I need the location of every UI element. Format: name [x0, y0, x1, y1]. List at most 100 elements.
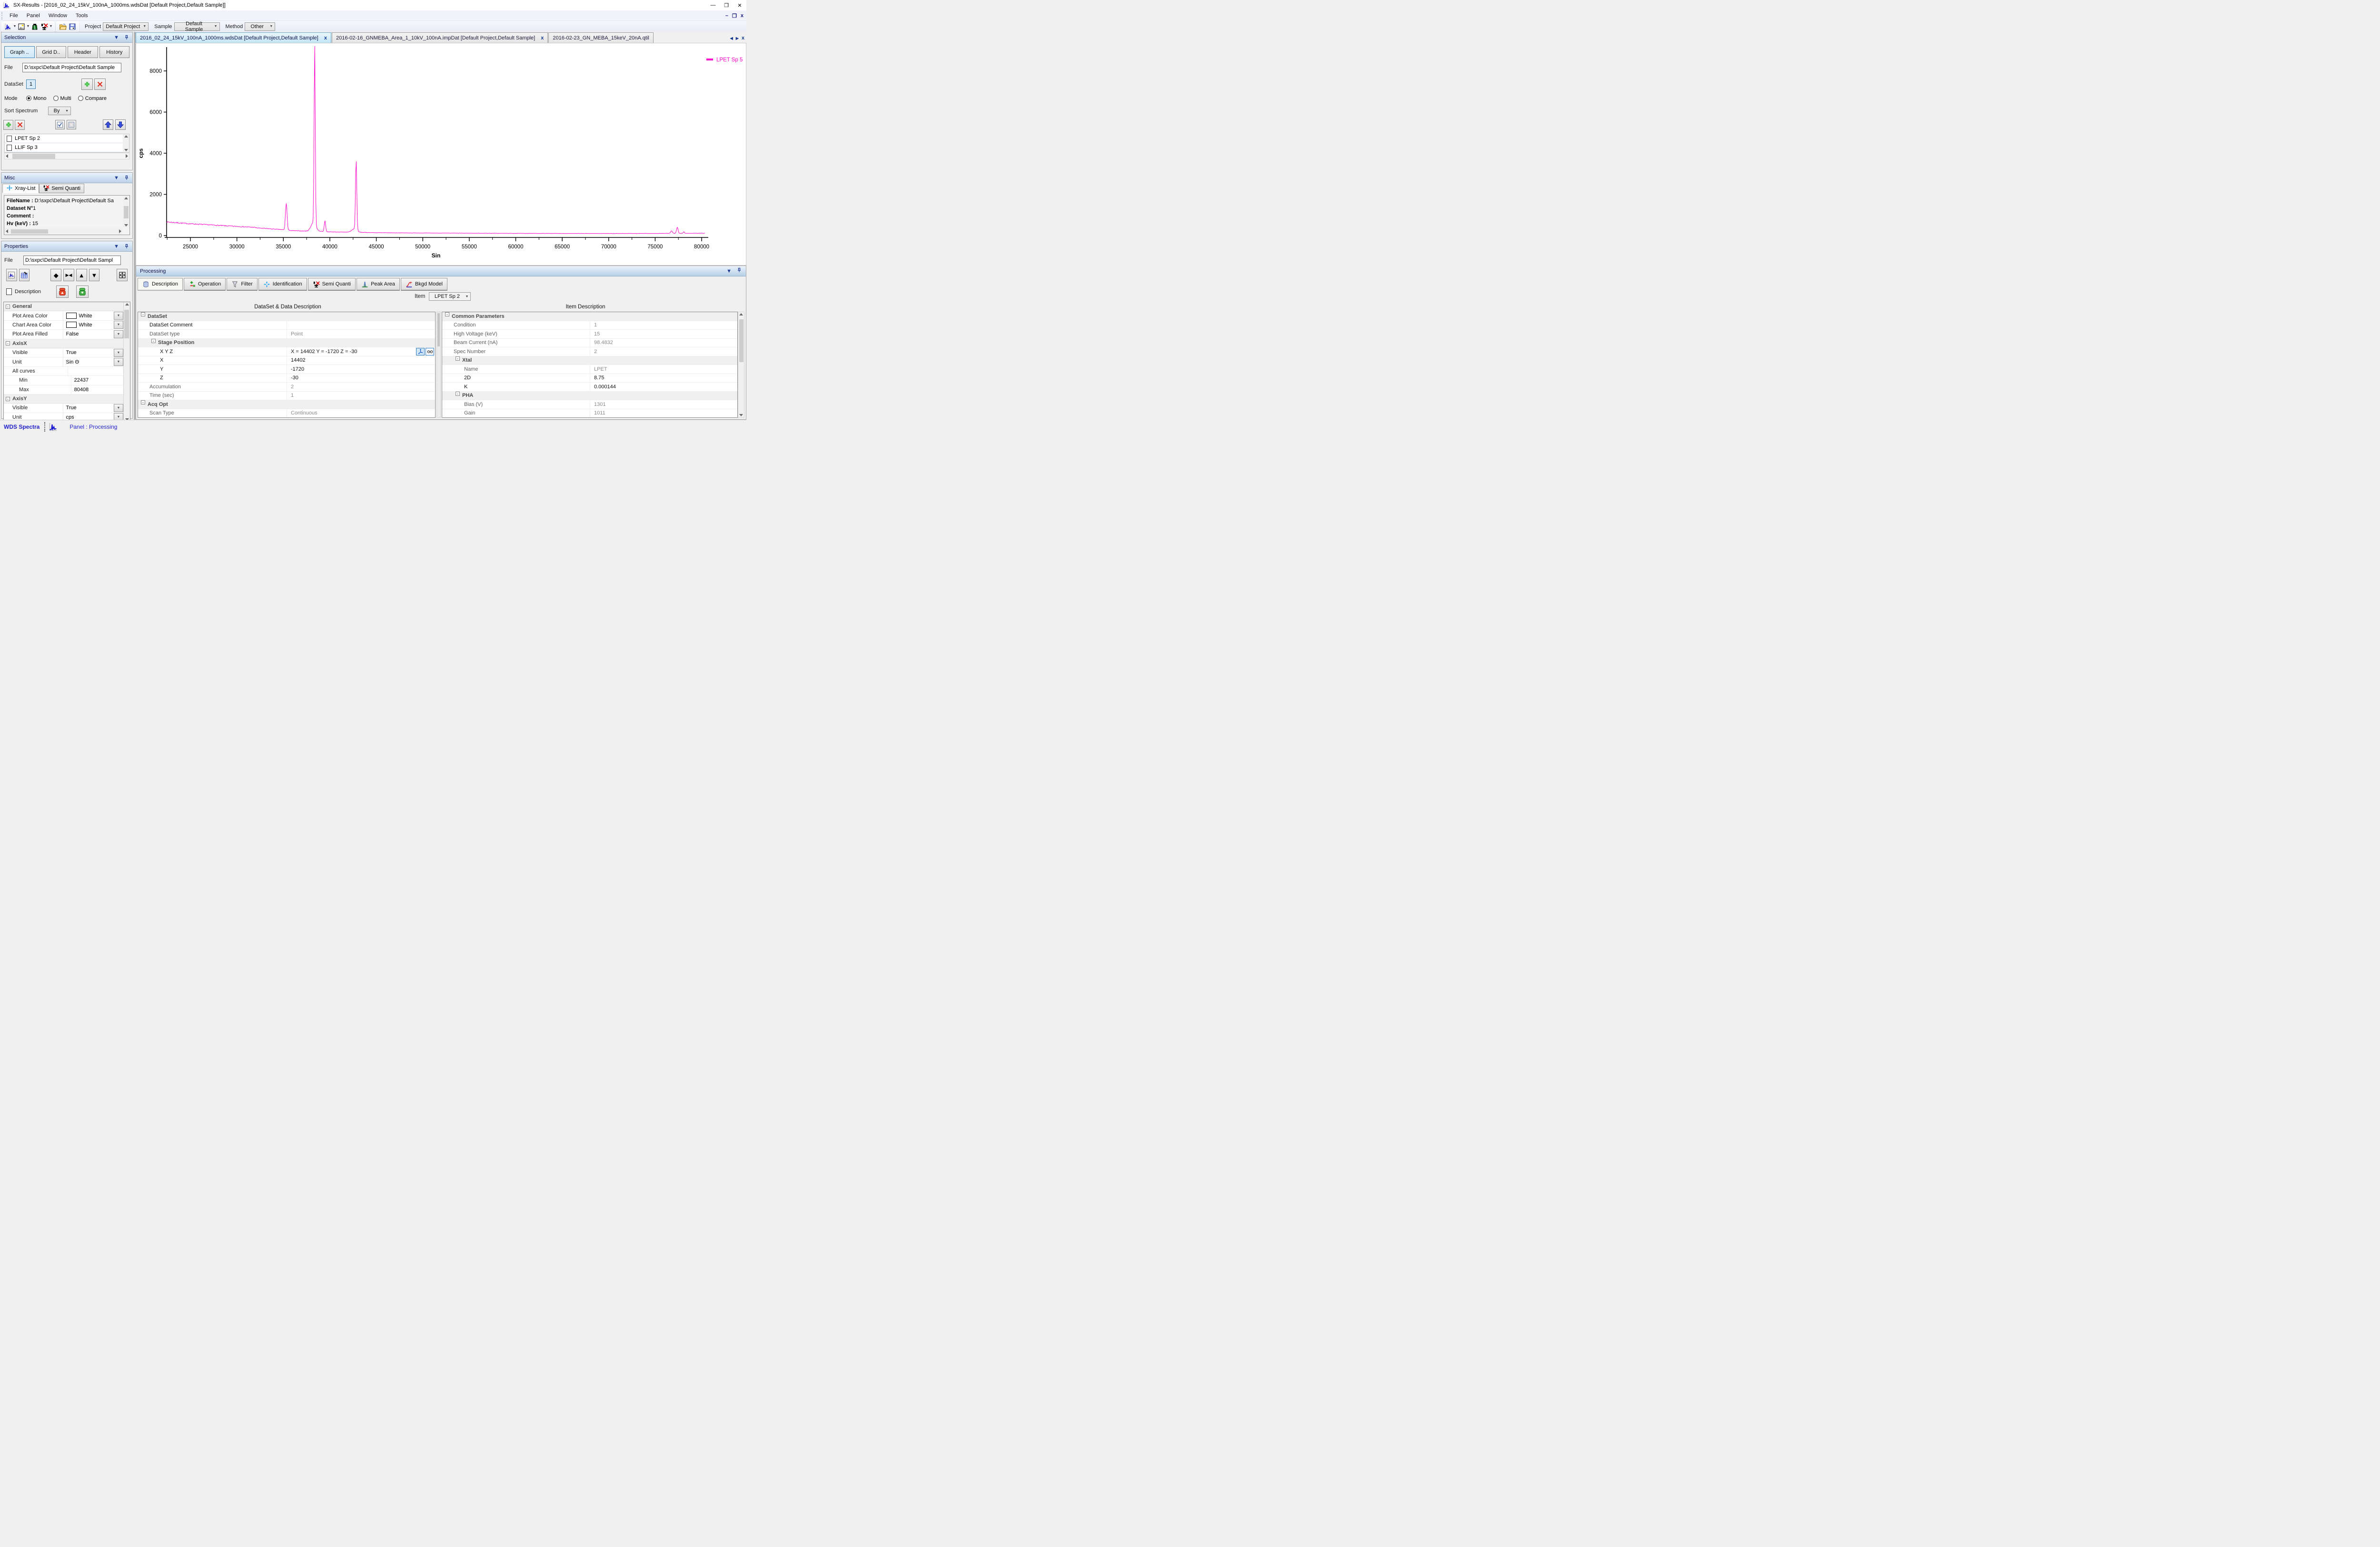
property-value[interactable]: True [63, 404, 114, 412]
menu-tools[interactable]: Tools [71, 11, 92, 20]
stage-dropdown-icon[interactable]: ▼ [49, 25, 53, 28]
grid-row[interactable]: Bias (V)1301 [442, 400, 737, 409]
property-row[interactable]: Chart Area ColorWhite▼ [4, 321, 123, 330]
property-group[interactable]: -AxisY [4, 394, 123, 404]
remove-spectrum-button[interactable] [15, 120, 25, 130]
grid-row[interactable]: Beam Current (nA)98.4832 [442, 339, 737, 348]
tab-scroll-controls[interactable]: ◀▶x [728, 35, 746, 43]
panel-menu-icon[interactable]: ▼ [114, 35, 119, 40]
selection-tab-grid[interactable]: Grid D.. [36, 46, 67, 58]
row-value[interactable]: 2 [590, 347, 737, 356]
check-all-button[interactable] [55, 120, 65, 129]
chevron-down-icon[interactable]: ▼ [114, 321, 123, 329]
tab-close-icon[interactable]: x [541, 35, 544, 41]
pin-icon[interactable] [736, 267, 742, 275]
grid-row[interactable]: X14402 [138, 356, 435, 365]
grid-row[interactable]: X Y ZX = 14402 Y = -1720 Z = -30 [138, 347, 435, 356]
row-value[interactable]: 14402 [287, 356, 435, 365]
row-value[interactable]: -1720 [287, 365, 435, 374]
scrollbar-thumb[interactable] [11, 229, 48, 234]
expand-horizontal-button[interactable]: ◆ [50, 269, 61, 281]
open-folder-icon[interactable] [58, 22, 68, 31]
collapse-vertical-button[interactable]: ▼ [89, 269, 100, 281]
property-group[interactable]: -AxisX [4, 339, 123, 348]
panel-menu-icon[interactable]: ▼ [114, 175, 119, 181]
collapse-horizontal-button[interactable]: ▶◀ [63, 269, 74, 281]
row-value[interactable]: 1 [590, 321, 737, 330]
green-marker-button[interactable] [76, 286, 89, 298]
graph-view-button[interactable] [6, 269, 17, 281]
selection-tab-history[interactable]: History [99, 46, 130, 58]
property-row[interactable]: VisibleTrue▼ [4, 348, 123, 357]
collapse-icon[interactable]: - [141, 400, 145, 404]
grid-row[interactable]: Z-30 [138, 374, 435, 383]
close-button[interactable]: ✕ [733, 0, 746, 10]
scrollbar-thumb[interactable] [12, 154, 55, 159]
property-value[interactable]: True [63, 348, 114, 357]
scroll-right-icon[interactable] [126, 154, 128, 158]
document-tab-0[interactable]: 2016_02_24_15kV_100nA_1000ms.wdsDat [Def… [136, 32, 331, 43]
chevron-down-icon[interactable]: ▼ [114, 312, 123, 320]
grid-row[interactable]: High Voltage (keV)15 [442, 330, 737, 339]
processing-tab-description[interactable]: Description [138, 278, 183, 291]
property-row[interactable]: Plot Area ColorWhite▼ [4, 311, 123, 320]
collapse-icon[interactable]: - [445, 312, 449, 316]
property-value[interactable]: Sin Θ [63, 357, 114, 366]
item-combo[interactable]: LPET Sp 2▼ [429, 292, 471, 301]
grid-group-row[interactable]: -Xtal [442, 356, 737, 365]
dataset-number[interactable]: 1 [26, 79, 36, 89]
processing-tab-peak-area[interactable]: Peak Area [357, 278, 400, 291]
grid-row[interactable]: DataSet Comment [138, 321, 435, 330]
minimize-button[interactable]: — [706, 0, 720, 10]
collapse-icon[interactable]: - [141, 312, 145, 316]
property-row[interactable]: Min22437 [4, 376, 123, 385]
property-value[interactable]: False [63, 330, 114, 338]
image-view-icon[interactable] [17, 22, 26, 31]
item-checkbox[interactable] [7, 145, 12, 151]
move-down-button[interactable] [115, 119, 126, 130]
property-row[interactable]: UnitSin Θ▼ [4, 357, 123, 366]
scrollbar-thumb[interactable] [124, 310, 129, 338]
grid-row[interactable]: DataSet typePoint [138, 330, 435, 339]
properties-file-input[interactable] [23, 256, 121, 265]
file-path-input[interactable] [22, 63, 121, 72]
item-checkbox[interactable] [7, 136, 12, 142]
tab-list-close-icon[interactable]: x [742, 35, 744, 41]
view-position-icon[interactable] [426, 348, 434, 355]
image-dropdown-icon[interactable]: ▼ [26, 25, 30, 28]
grid-group-row[interactable]: -PHA [442, 392, 737, 401]
mdi-restore-button[interactable]: ❐ [732, 13, 737, 19]
menu-file[interactable]: File [5, 11, 22, 20]
panel-menu-icon[interactable]: ▼ [114, 244, 119, 249]
mdi-minimize-button[interactable]: – [725, 13, 728, 19]
move-up-button[interactable] [103, 119, 113, 130]
red-marker-button[interactable] [56, 286, 69, 298]
property-value[interactable]: 22437 [71, 376, 123, 384]
collapse-icon[interactable]: - [6, 305, 10, 309]
grid-group-row[interactable]: -Common Parameters [442, 312, 737, 321]
chevron-down-icon[interactable]: ▼ [114, 330, 123, 338]
pin-icon[interactable] [124, 175, 129, 181]
spectra-dropdown-icon[interactable]: ▼ [13, 25, 17, 28]
sample-combo[interactable]: Default Sample▼ [174, 22, 220, 31]
selection-tab-graph[interactable]: Graph .. [4, 46, 35, 58]
description-checkbox[interactable] [6, 288, 12, 295]
property-row[interactable]: Plot Area FilledFalse▼ [4, 330, 123, 339]
grid-group-row[interactable]: -Stage Position [138, 339, 435, 348]
row-value[interactable]: 0.000144 [590, 383, 737, 391]
scrollbar-thumb[interactable] [124, 206, 129, 218]
grid-row[interactable]: K0.000144 [442, 383, 737, 392]
tab-semi-quanti[interactable]: Semi Quanti [39, 184, 84, 193]
row-value[interactable]: 8.75 [590, 374, 737, 383]
row-value[interactable]: -30 [287, 374, 435, 383]
property-value[interactable] [68, 367, 123, 375]
property-row[interactable]: VisibleTrue▼ [4, 404, 123, 413]
sort-by-combo[interactable]: By▼ [48, 107, 71, 115]
processing-tab-operation[interactable]: Operation [184, 278, 226, 291]
chevron-down-icon[interactable]: ▼ [114, 349, 123, 357]
menu-window[interactable]: Window [44, 11, 71, 20]
pin-icon[interactable] [124, 244, 129, 249]
grid-row[interactable]: Accumulation2 [138, 383, 435, 392]
stage-delete-icon[interactable] [40, 22, 49, 31]
radio-mono[interactable]: Mono [26, 96, 47, 101]
